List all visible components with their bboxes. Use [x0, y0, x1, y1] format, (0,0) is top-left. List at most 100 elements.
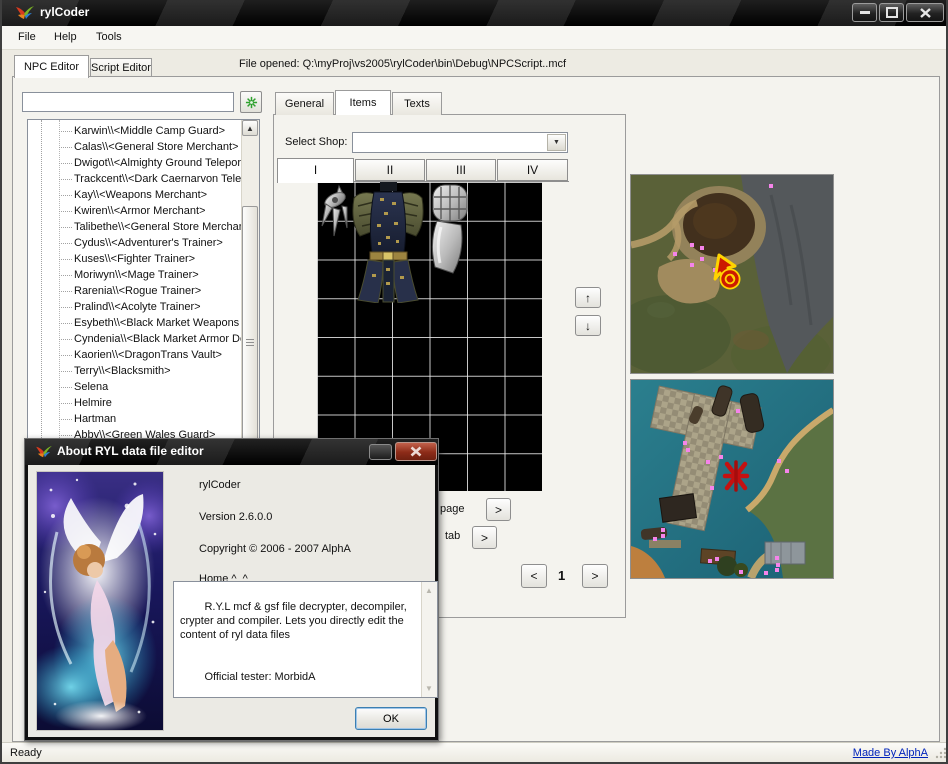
prev-arrow-icon: < — [530, 569, 537, 583]
npc-search-input[interactable] — [22, 92, 234, 112]
tree-connector — [59, 275, 72, 276]
map-preview-bottom[interactable] — [630, 379, 834, 579]
tab-label: tab — [445, 530, 460, 542]
description-scrollbar[interactable]: ▲ ▼ — [421, 582, 437, 697]
tree-item-label: Rarenia\\<Rogue Trainer> — [74, 283, 201, 299]
about-artwork-image — [36, 471, 164, 731]
tree-item[interactable]: Dwigot\\<Almighty Ground Teleport — [28, 155, 242, 171]
map-terrain-image — [631, 175, 833, 373]
next-page-button[interactable]: > — [582, 564, 608, 588]
maximize-button[interactable] — [879, 3, 904, 22]
status-bar: Ready Made By AlphA — [2, 742, 948, 762]
menu-tools[interactable]: Tools — [90, 29, 128, 46]
tree-item[interactable]: Kuses\\<Fighter Trainer> — [28, 251, 242, 267]
dialog-secondary-button[interactable] — [369, 444, 392, 460]
close-icon — [920, 8, 931, 18]
tree-item-label: Helmire — [74, 395, 112, 411]
about-version: Version 2.6.0.0 — [199, 511, 272, 523]
about-app-name: rylCoder — [199, 479, 241, 491]
shop-tab-2[interactable]: II — [355, 159, 425, 181]
move-up-button[interactable]: ↑ — [575, 287, 601, 308]
move-down-button[interactable]: ↓ — [575, 315, 601, 336]
tree-item-label: Dwigot\\<Almighty Ground Teleport — [74, 155, 242, 171]
tree-item-label: Pralind\\<Acolyte Trainer> — [74, 299, 201, 315]
tree-item[interactable]: Karwin\\<Middle Camp Guard> — [28, 123, 242, 139]
page-label: page — [440, 503, 464, 515]
menu-help[interactable]: Help — [48, 29, 83, 46]
tree-item[interactable]: Hartman — [28, 411, 242, 427]
minimize-button[interactable] — [852, 3, 877, 22]
next-arrow-icon: > — [591, 569, 598, 583]
tree-item[interactable]: Pralind\\<Acolyte Trainer> — [28, 299, 242, 315]
tree-item-label: Kaorien\\<DragonTrans Vault> — [74, 347, 222, 363]
item-plate-armor[interactable] — [350, 182, 426, 303]
dialog-close-button[interactable] — [395, 442, 437, 461]
copy-page-button[interactable]: > — [486, 498, 511, 521]
tab-general[interactable]: General — [275, 92, 334, 115]
title-bar[interactable]: rylCoder — [2, 0, 948, 26]
combobox-dropdown-button[interactable]: ▼ — [547, 134, 566, 151]
about-description-box[interactable]: R.Y.L mcf & gsf file decrypter, decompil… — [173, 581, 438, 698]
tree-item[interactable]: Kay\\<Weapons Merchant> — [28, 187, 242, 203]
tree-item[interactable]: Talibethe\\<General Store Merchan — [28, 219, 242, 235]
down-arrow-icon: ↓ — [585, 319, 591, 333]
next-arrow-icon: > — [495, 503, 502, 517]
tab-script-editor[interactable]: Script Editor — [90, 58, 152, 78]
search-button[interactable] — [240, 91, 262, 113]
tree-item[interactable]: Kaorien\\<DragonTrans Vault> — [28, 347, 242, 363]
scroll-down-icon: ▼ — [425, 684, 433, 693]
shop-tab-1[interactable]: I — [277, 158, 354, 183]
tree-item[interactable]: Cyndenia\\<Black Market Armor De — [28, 331, 242, 347]
tab-items[interactable]: Items — [335, 90, 391, 115]
tree-item[interactable]: Terry\\<Blacksmith> — [28, 363, 242, 379]
tree-item[interactable]: Esybeth\\<Black Market Weapons I — [28, 315, 242, 331]
status-text: Ready — [10, 747, 42, 759]
page-number: 1 — [558, 568, 565, 583]
tree-item[interactable]: Kwiren\\<Armor Merchant> — [28, 203, 242, 219]
shop-combobox[interactable]: ▼ — [352, 132, 568, 153]
map-preview-top[interactable] — [630, 174, 834, 374]
tree-item-label: Selena — [74, 379, 108, 395]
copy-tab-button[interactable]: > — [472, 526, 497, 549]
menu-bar: File Help Tools — [2, 26, 948, 50]
tree-item[interactable]: Cydus\\<Adventurer's Trainer> — [28, 235, 242, 251]
scroll-up-button[interactable]: ▲ — [242, 120, 258, 136]
made-by-link[interactable]: Made By AlphA — [853, 747, 928, 759]
about-dialog-titlebar[interactable]: About RYL data file editor — [25, 439, 438, 465]
scroll-up-icon: ▲ — [246, 124, 254, 133]
tree-item[interactable]: Moriwyn\\<Mage Trainer> — [28, 267, 242, 283]
tree-item[interactable]: Calas\\<General Store Merchant> — [28, 139, 242, 155]
about-copyright: Copyright © 2006 - 2007 AlphA — [199, 543, 351, 555]
tree-connector — [59, 291, 72, 292]
close-button[interactable] — [906, 3, 944, 22]
tree-item-label: Cyndenia\\<Black Market Armor De — [74, 331, 242, 347]
tab-npc-editor[interactable]: NPC Editor — [14, 55, 89, 78]
item-claw[interactable] — [319, 184, 353, 246]
shop-tab-3[interactable]: III — [426, 159, 496, 181]
tree-item-label: Esybeth\\<Black Market Weapons I — [74, 315, 242, 331]
ok-button[interactable]: OK — [355, 707, 427, 730]
tree-connector — [59, 339, 72, 340]
tree-connector — [59, 163, 72, 164]
file-opened-label: File opened: Q:\myProj\vs2005\rylCoder\b… — [239, 58, 566, 70]
tree-item-label: Trackcent\\<Dark Caernarvon Tele — [74, 171, 241, 187]
tree-item[interactable]: Trackcent\\<Dark Caernarvon Tele — [28, 171, 242, 187]
prev-page-button[interactable]: < — [521, 564, 547, 588]
tree-connector — [59, 259, 72, 260]
tree-rows: Karwin\\<Middle Camp Guard> Calas\\<Gene… — [28, 123, 242, 443]
resize-grip-icon[interactable] — [935, 747, 947, 759]
tree-item[interactable]: Helmire — [28, 395, 242, 411]
tree-item-label: Kuses\\<Fighter Trainer> — [74, 251, 195, 267]
tree-item-label: Talibethe\\<General Store Merchan — [74, 219, 242, 235]
shop-tab-4[interactable]: IV — [497, 159, 568, 181]
about-dialog-title: About RYL data file editor — [57, 444, 204, 458]
tree-item[interactable]: Rarenia\\<Rogue Trainer> — [28, 283, 242, 299]
tree-item[interactable]: Selena — [28, 379, 242, 395]
tab-texts[interactable]: Texts — [392, 92, 442, 115]
tree-connector — [59, 323, 72, 324]
tree-item-label: Kwiren\\<Armor Merchant> — [74, 203, 205, 219]
select-shop-label: Select Shop: — [285, 136, 347, 148]
menu-file[interactable]: File — [12, 29, 42, 46]
maximize-icon — [886, 7, 898, 18]
item-gauntlet[interactable] — [425, 183, 473, 275]
